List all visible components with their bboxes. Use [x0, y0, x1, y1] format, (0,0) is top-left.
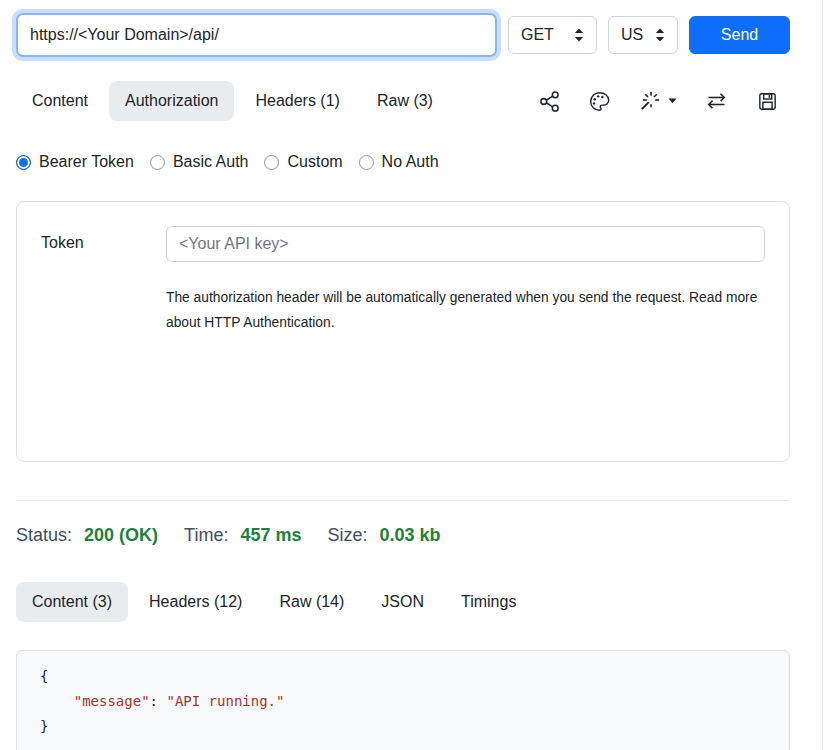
section-divider	[16, 500, 790, 501]
auth-option-label: Basic Auth	[173, 153, 249, 171]
resp-tab-headers[interactable]: Headers (12)	[133, 582, 258, 622]
auth-option-custom[interactable]: Custom	[264, 153, 342, 171]
auth-option-no-auth[interactable]: No Auth	[359, 153, 439, 171]
send-button[interactable]: Send	[689, 16, 790, 54]
token-input[interactable]	[166, 226, 765, 262]
region-select-value: US	[621, 26, 643, 44]
radio-selected-icon[interactable]	[16, 155, 31, 170]
time-label: Time:	[184, 525, 228, 545]
status-label: Status:	[16, 525, 72, 545]
tab-authorization[interactable]: Authorization	[109, 81, 234, 121]
authorization-panel: Token The authorization header will be a…	[16, 201, 790, 462]
method-select-value: GET	[521, 26, 554, 44]
response-json: { "message": "API running." }	[40, 664, 773, 739]
status-group: Status: 200 (OK)	[16, 525, 158, 546]
magic-wand-icon[interactable]	[638, 89, 677, 113]
radio-unselected-icon[interactable]	[150, 155, 165, 170]
updown-arrows-icon	[574, 28, 584, 42]
auth-option-bearer-token[interactable]: Bearer Token	[16, 153, 134, 171]
share-icon[interactable]	[538, 90, 561, 113]
request-bar: GET US Send	[16, 0, 790, 57]
radio-unselected-icon[interactable]	[359, 155, 374, 170]
resp-tab-timings[interactable]: Timings	[445, 582, 532, 622]
region-select[interactable]: US	[608, 16, 678, 54]
request-tabs-row: Content Authorization Headers (1) Raw (3…	[16, 81, 790, 121]
token-label: Token	[41, 226, 166, 335]
save-icon[interactable]	[756, 90, 779, 113]
updown-arrows-icon	[655, 28, 665, 42]
api-tester-page: GET US Send Content Authorization Header…	[0, 0, 837, 750]
method-select[interactable]: GET	[508, 16, 597, 54]
time-value: 457 ms	[240, 525, 301, 545]
auth-option-label: Custom	[287, 153, 342, 171]
auth-option-label: No Auth	[382, 153, 439, 171]
auth-type-options: Bearer Token Basic Auth Custom No Auth	[16, 153, 790, 171]
url-input[interactable]	[16, 13, 497, 57]
response-body-viewer[interactable]: { "message": "API running." }	[16, 650, 790, 750]
response-status-row: Status: 200 (OK) Time: 457 ms Size: 0.03 kb	[16, 525, 790, 546]
tab-content[interactable]: Content	[16, 81, 104, 121]
resp-tab-content[interactable]: Content (3)	[16, 582, 128, 622]
time-group: Time: 457 ms	[184, 525, 301, 546]
swap-arrows-icon[interactable]	[704, 89, 729, 113]
request-tabs: Content Authorization Headers (1) Raw (3…	[16, 81, 454, 121]
auth-option-label: Bearer Token	[39, 153, 134, 171]
toolbar-icons	[538, 89, 790, 113]
radio-unselected-icon[interactable]	[264, 155, 279, 170]
tab-headers[interactable]: Headers (1)	[239, 81, 355, 121]
size-label: Size:	[327, 525, 367, 545]
right-column-divider	[822, 0, 823, 750]
response-tabs: Content (3) Headers (12) Raw (14) JSON T…	[16, 582, 790, 622]
auth-option-basic-auth[interactable]: Basic Auth	[150, 153, 249, 171]
status-value: 200 (OK)	[84, 525, 158, 545]
tab-raw[interactable]: Raw (3)	[361, 81, 449, 121]
resp-tab-json[interactable]: JSON	[365, 582, 440, 622]
token-help-text: The authorization header will be automat…	[166, 285, 765, 335]
palette-icon[interactable]	[588, 90, 611, 113]
size-group: Size: 0.03 kb	[327, 525, 440, 546]
resp-tab-raw[interactable]: Raw (14)	[263, 582, 360, 622]
size-value: 0.03 kb	[380, 525, 441, 545]
